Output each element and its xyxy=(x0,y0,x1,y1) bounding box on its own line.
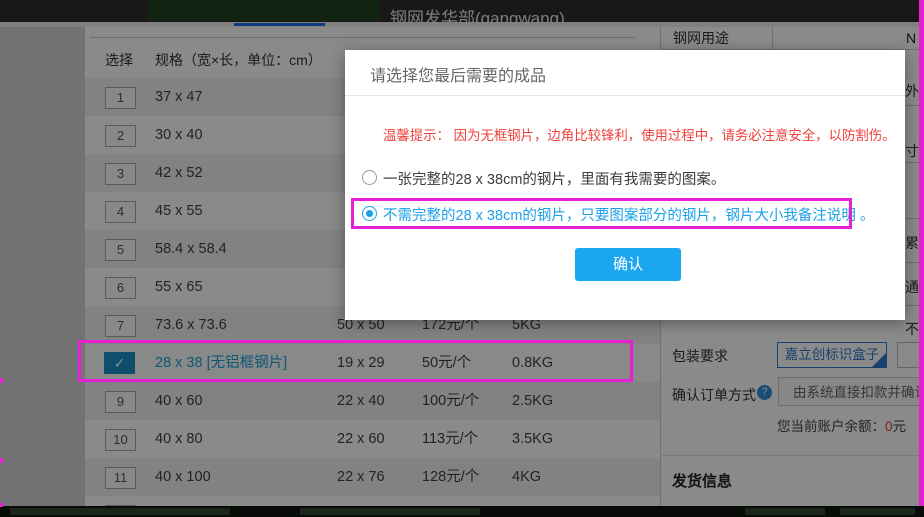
product-choice-dialog: 请选择您最后需要的成品 温馨提示： 因为无框钢片，边角比较锋利，使用过程中，请务… xyxy=(345,50,905,320)
confirm-button[interactable]: 确认 xyxy=(575,248,681,281)
annotation-right-edge xyxy=(919,0,924,506)
dialog-divider xyxy=(345,95,905,96)
annotation-left-sliver xyxy=(0,378,3,383)
radio-full-sheet[interactable] xyxy=(362,170,377,185)
annotation-box-row8 xyxy=(78,340,633,382)
warning-text: 温馨提示： 因为无框钢片，边角比较锋利，使用过程中，请务必注意安全，以防割伤。 xyxy=(383,124,896,144)
annotation-left-sliver xyxy=(0,458,3,463)
dialog-title: 请选择您最后需要的成品 xyxy=(370,62,546,86)
radio-full-sheet-label[interactable]: 一张完整的28 x 38cm的钢片，里面有我需要的图案。 xyxy=(383,168,725,189)
annotation-box-radio2 xyxy=(351,198,852,229)
annotation-left-sliver xyxy=(0,503,3,507)
screen: 钢网发华部(gangwang) 选择 规格（宽×长，单位：cm） 137 x 4… xyxy=(0,0,924,517)
